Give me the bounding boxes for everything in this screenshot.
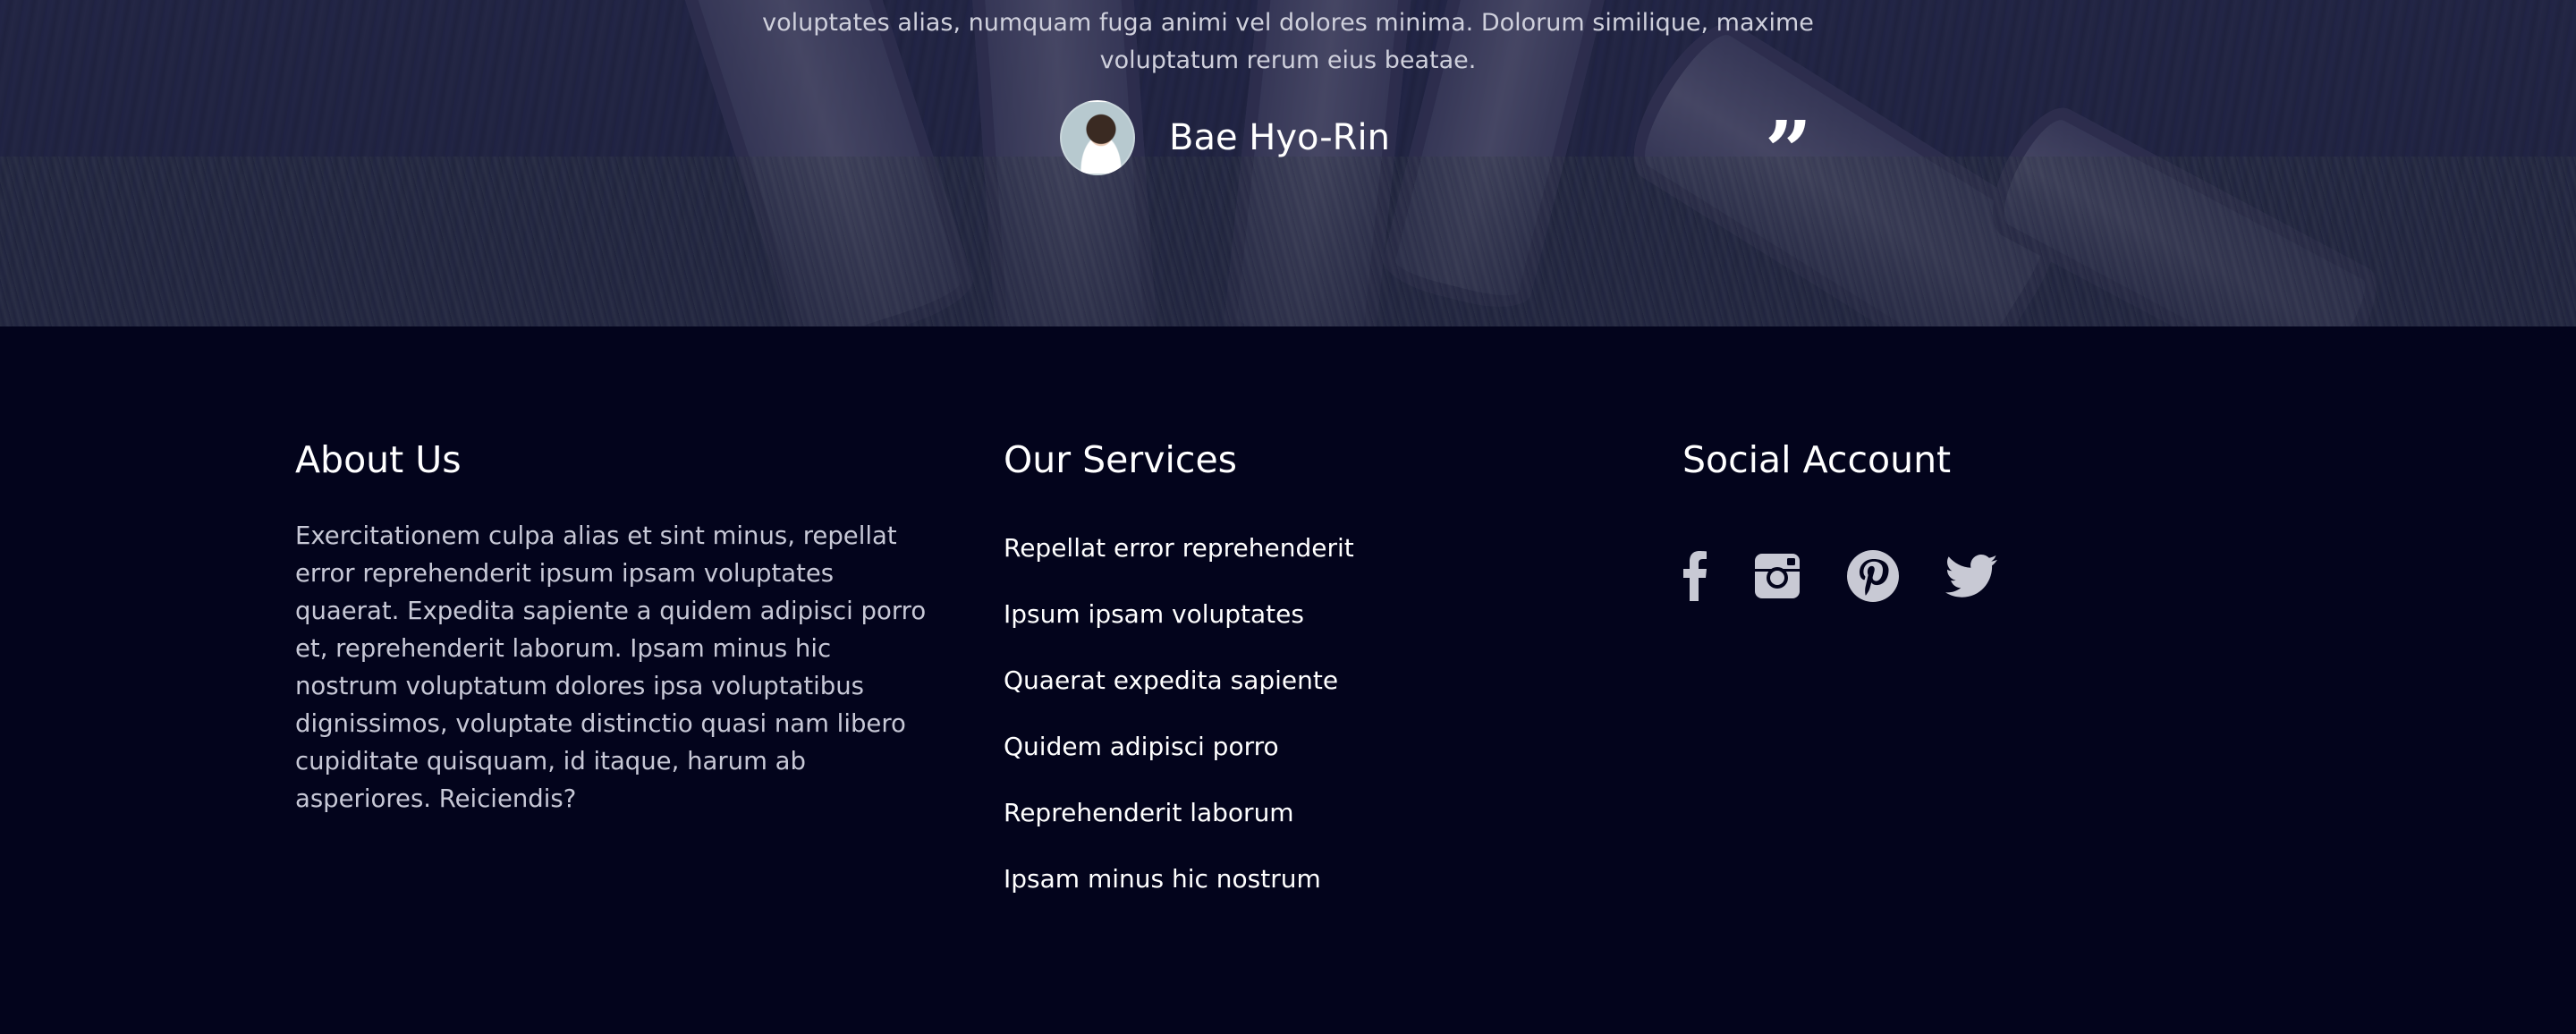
service-link[interactable]: Reprehenderit laborum [1004, 793, 1354, 860]
service-link[interactable]: Quidem adipisci porro [1004, 727, 1354, 793]
testimonial-author: Bae Hyo-Rin [1060, 100, 1390, 175]
site-footer: About Us Exercitationem culpa alias et s… [0, 326, 2576, 1034]
quote-icon: “ [1764, 63, 1811, 159]
twitter-icon[interactable] [1945, 555, 1997, 598]
service-link[interactable]: Quaerat expedita sapiente [1004, 661, 1354, 727]
pinterest-icon[interactable] [1847, 550, 1899, 602]
services-heading: Our Services [1004, 438, 1238, 481]
author-name: Bae Hyo-Rin [1169, 117, 1390, 158]
about-text: Exercitationem culpa alias et sint minus… [295, 521, 927, 813]
service-link[interactable]: Ipsam minus hic nostrum [1004, 860, 1354, 926]
service-link[interactable]: Ipsum ipsam voluptates [1004, 595, 1354, 661]
avatar [1060, 100, 1135, 175]
social-heading: Social Account [1682, 438, 1952, 481]
testimonial-section: voluptates alias, numquam fuga animi vel… [0, 0, 2576, 326]
services-list: Repellat error reprehenderit Ipsum ipsam… [1004, 529, 1354, 926]
facebook-icon[interactable] [1682, 551, 1707, 601]
instagram-icon[interactable] [1754, 553, 1801, 599]
testimonial-quote: voluptates alias, numquam fuga animi vel… [762, 9, 1814, 74]
social-icons [1682, 550, 2044, 602]
about-heading: About Us [295, 438, 462, 481]
service-link[interactable]: Repellat error reprehenderit [1004, 529, 1354, 595]
